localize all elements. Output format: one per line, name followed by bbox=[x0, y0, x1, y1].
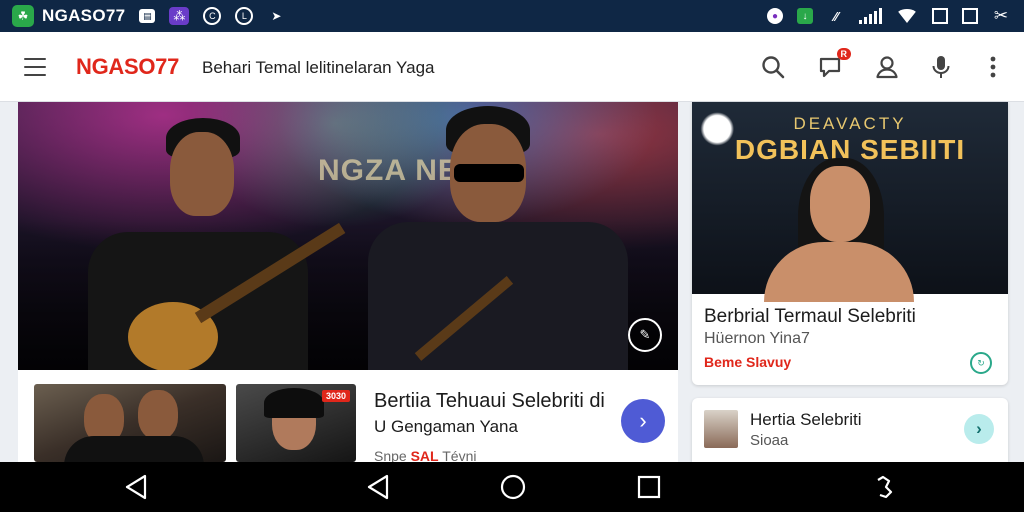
open-article-button[interactable]: › bbox=[621, 399, 665, 443]
article-subtitle: U Gengaman Yana bbox=[374, 417, 518, 436]
assistant-icon[interactable] bbox=[868, 472, 898, 502]
chevron-right-icon: › bbox=[639, 408, 647, 433]
settings-icon: ✂ bbox=[993, 6, 1009, 25]
live-badge: 3030 bbox=[321, 390, 350, 402]
app-logo-icon: ☘ bbox=[12, 5, 34, 27]
status-bar: ☘ NGASO77 ▤ ⁂ C L ➤ ● ↓ ⁄⁄ ✂ bbox=[0, 0, 1024, 32]
singer-body bbox=[764, 242, 914, 302]
side-article-meta: Beme Slavuy bbox=[704, 354, 792, 370]
recents-icon[interactable] bbox=[634, 472, 664, 502]
article-meta-highlight: SAL bbox=[410, 448, 439, 462]
hd-icon: ⁄⁄ bbox=[833, 8, 839, 24]
square-icon bbox=[932, 8, 948, 24]
performer-left bbox=[88, 102, 346, 370]
article-meta-prefix: Snpe bbox=[374, 448, 407, 462]
notification-icon[interactable]: R bbox=[815, 48, 851, 82]
podcast-icon: ⁂ bbox=[169, 7, 190, 25]
notification-badge: R bbox=[836, 48, 851, 60]
edit-icon[interactable]: ✎ bbox=[628, 318, 662, 352]
navigation-bar bbox=[0, 462, 1024, 512]
data-saver-icon: L bbox=[235, 7, 254, 25]
arrow-icon: ➤ bbox=[271, 9, 282, 23]
wifi-icon bbox=[896, 9, 918, 23]
side-item-subtitle: Sioaa bbox=[750, 432, 789, 449]
menu-icon[interactable] bbox=[24, 58, 46, 76]
vpn-icon: C bbox=[203, 7, 222, 25]
mini-thumbnail bbox=[704, 410, 738, 448]
brand-logo[interactable]: NGASO77 bbox=[76, 54, 179, 80]
more-vert-icon[interactable] bbox=[978, 52, 1008, 82]
home-icon[interactable] bbox=[498, 472, 528, 502]
side-article-title[interactable]: Berbrial Termaul Selebriti bbox=[704, 306, 916, 328]
side-item-title[interactable]: Hertia Selebriti bbox=[750, 410, 862, 430]
mic-icon[interactable] bbox=[926, 52, 956, 82]
article-meta: Snpe SAL Tévni bbox=[374, 448, 476, 462]
location-icon: ● bbox=[767, 8, 783, 24]
article-title[interactable]: Bertiia Tehuaui Selebriti di bbox=[374, 390, 624, 413]
singer-face bbox=[810, 166, 870, 242]
back-icon[interactable] bbox=[363, 472, 393, 502]
hero-image[interactable]: NGZA NEI ✎ bbox=[18, 102, 678, 370]
signal-icon bbox=[859, 8, 882, 24]
related-thumbnail[interactable] bbox=[34, 384, 226, 462]
side-hero-image[interactable]: DEAVACTY DGBIAN SEBIITI bbox=[692, 102, 1008, 302]
article-meta-suffix: Tévni bbox=[442, 448, 477, 462]
back-icon[interactable] bbox=[121, 472, 151, 502]
account-icon[interactable] bbox=[872, 52, 902, 82]
download-icon: ↓ bbox=[797, 8, 813, 24]
status-app-name: NGASO77 bbox=[42, 6, 126, 25]
page-tagline: Behari Temal lelitinelaran Yaga bbox=[202, 58, 435, 77]
performer-right bbox=[358, 102, 648, 370]
chevron-right-icon[interactable]: › bbox=[964, 414, 994, 444]
main-article-card[interactable]: NGZA NEI ✎ 3030 Bertiia Tehuaui Selebrit… bbox=[18, 102, 678, 462]
app-bar: NGASO77 Behari Temal lelitinelaran Yaga … bbox=[0, 32, 1024, 102]
related-thumbnail[interactable]: 3030 bbox=[236, 384, 356, 462]
side-kicker: DEAVACTY bbox=[793, 114, 907, 133]
search-icon[interactable] bbox=[758, 52, 788, 82]
side-list-item[interactable]: Hertia Selebriti Sioaa › bbox=[692, 398, 1008, 462]
comment-icon[interactable]: ↻ bbox=[970, 352, 992, 374]
square-icon bbox=[962, 8, 978, 24]
keyboard-icon: ▤ bbox=[139, 9, 156, 23]
side-article-subtitle: Hüernon Yina7 bbox=[704, 330, 810, 347]
side-article-card[interactable]: DEAVACTY DGBIAN SEBIITI Berbrial Termaul… bbox=[692, 102, 1008, 385]
